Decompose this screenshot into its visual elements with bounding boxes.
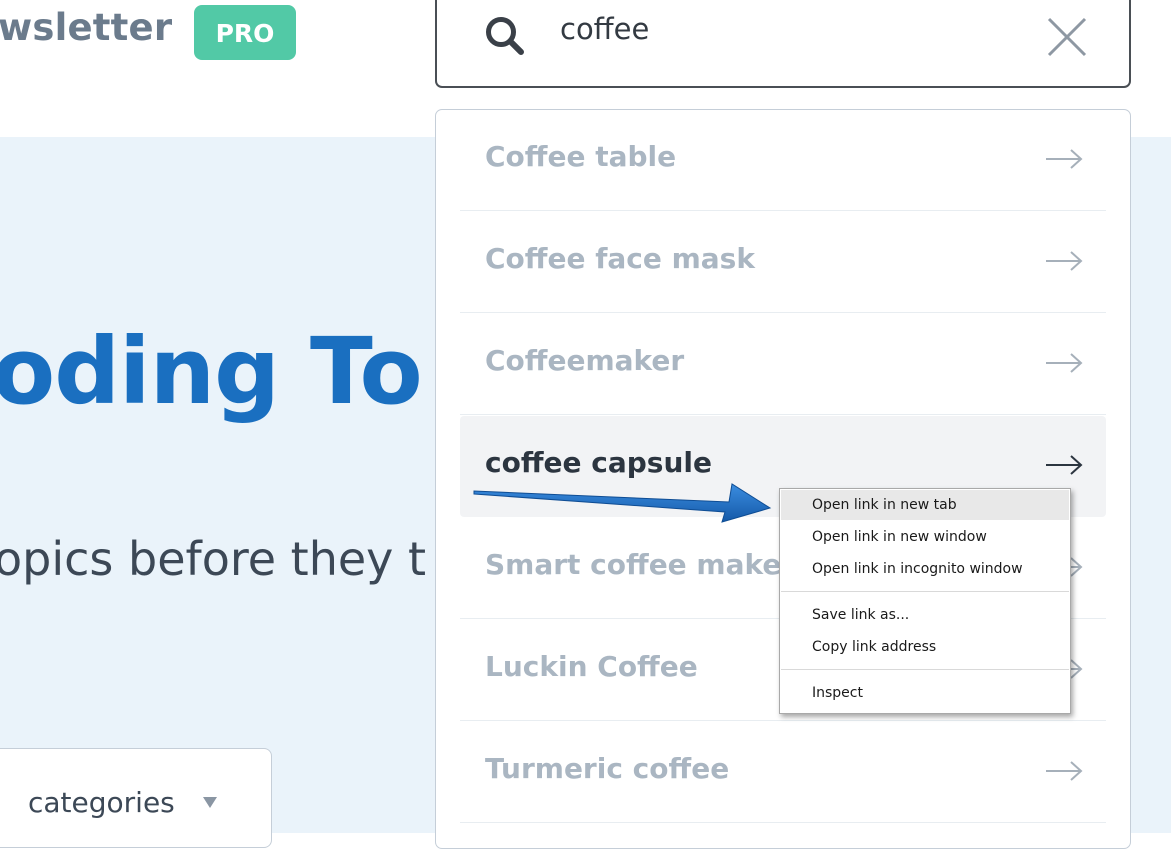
context-menu: Open link in new tab Open link in new wi… [779, 488, 1071, 714]
arrow-right-icon [1046, 761, 1083, 781]
menu-item-inspect[interactable]: Inspect [781, 678, 1069, 708]
menu-item-open-new-tab[interactable]: Open link in new tab [781, 490, 1069, 520]
arrow-right-icon [1046, 251, 1083, 271]
suggestion-item[interactable]: Coffee table [460, 110, 1106, 211]
caret-down-icon [203, 797, 217, 808]
menu-item-open-incognito[interactable]: Open link in incognito window [781, 554, 1069, 584]
close-icon[interactable] [1044, 14, 1090, 60]
search-input[interactable]: coffee [435, 0, 1131, 88]
arrow-right-icon [1046, 353, 1083, 373]
suggestion-label: Coffeemaker [485, 344, 685, 377]
brand-name[interactable]: wsletter [0, 6, 172, 49]
suggestion-label: coffee capsule [485, 446, 712, 479]
annotation-arrow-icon [473, 483, 772, 523]
suggestion-label: Smart coffee maker [485, 548, 796, 581]
suggestion-label: Turmeric coffee [485, 752, 730, 785]
search-icon [486, 17, 524, 55]
categories-dropdown[interactable]: categories [0, 748, 272, 848]
menu-separator [781, 591, 1069, 592]
hero-subtitle: opics before they t [0, 532, 427, 586]
suggestion-label: Luckin Coffee [485, 650, 698, 683]
arrow-right-icon [1046, 149, 1083, 169]
suggestion-item[interactable]: Coffee face mask [460, 212, 1106, 313]
search-value[interactable]: coffee [560, 12, 649, 46]
pro-badge[interactable]: PRO [194, 5, 296, 60]
suggestion-item[interactable]: Coffeemaker [460, 314, 1106, 415]
menu-item-open-new-window[interactable]: Open link in new window [781, 522, 1069, 552]
menu-item-save-link[interactable]: Save link as... [781, 600, 1069, 630]
hero-title: oding To [0, 318, 423, 425]
suggestion-label: Coffee table [485, 140, 677, 173]
suggestion-item[interactable]: Turmeric coffee [460, 722, 1106, 823]
menu-separator [781, 669, 1069, 670]
menu-item-copy-link[interactable]: Copy link address [781, 632, 1069, 662]
categories-label: categories [28, 786, 175, 819]
suggestion-label: Coffee face mask [485, 242, 755, 275]
arrow-right-icon [1046, 455, 1083, 475]
